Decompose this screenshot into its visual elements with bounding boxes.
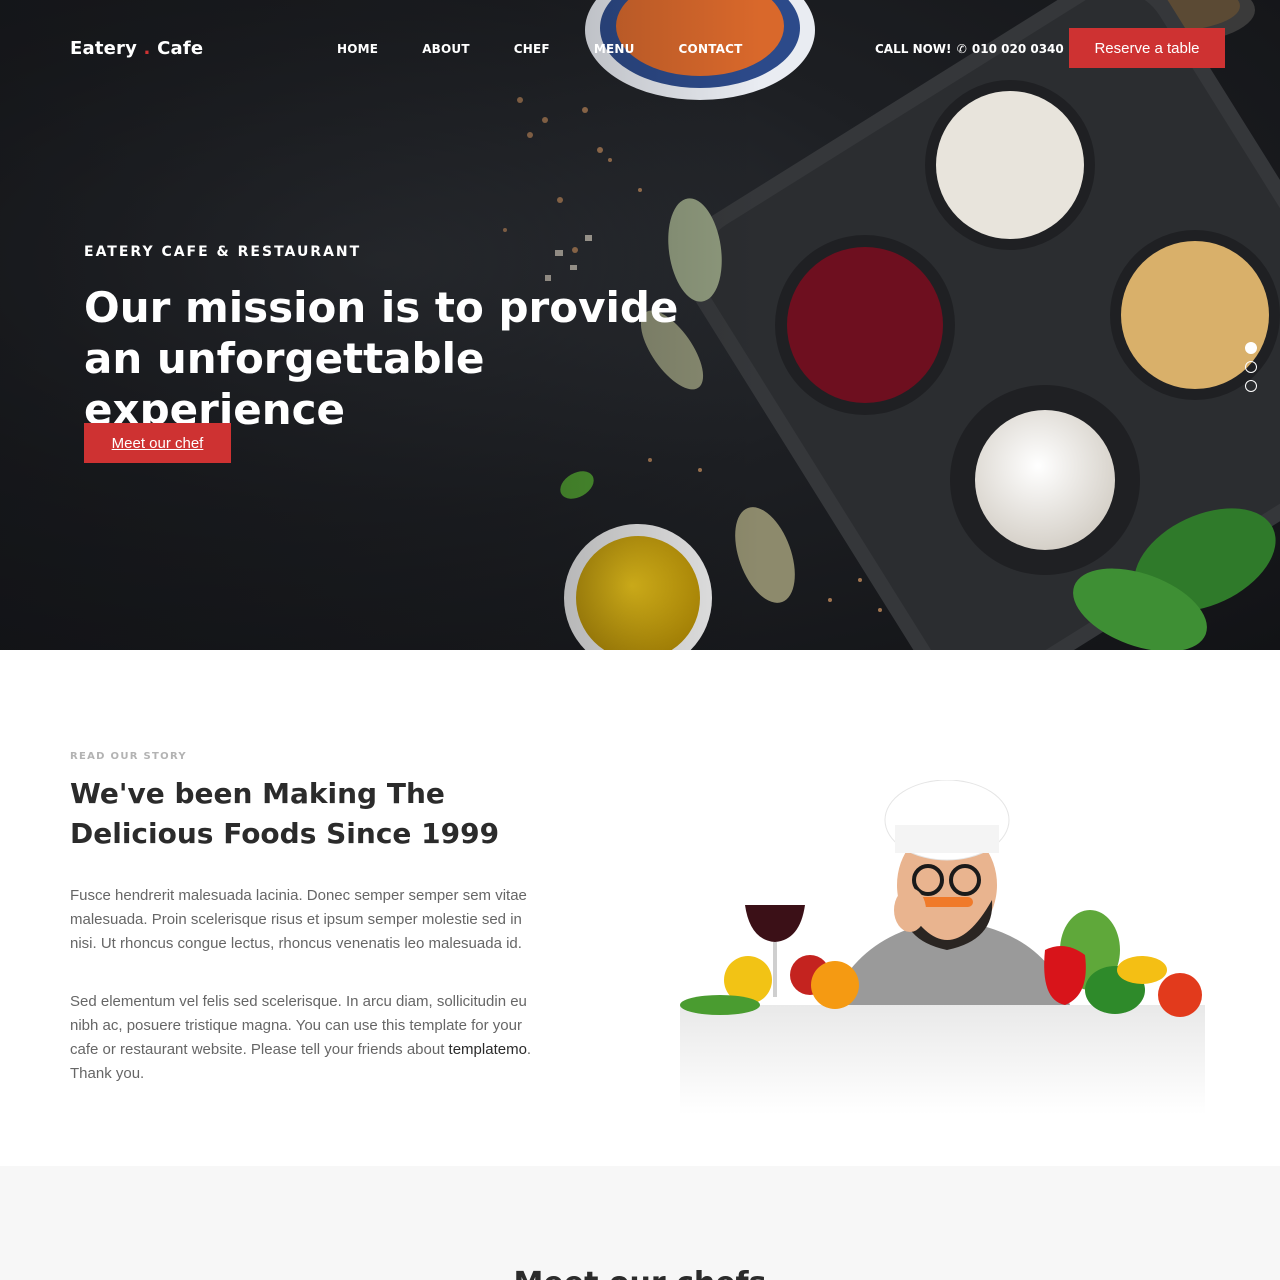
templatemo-link[interactable]: templatemo xyxy=(449,1041,527,1058)
reserve-table-button[interactable]: Reserve a table xyxy=(1069,28,1225,68)
nav-menu[interactable]: MENU xyxy=(594,42,635,56)
nav-home[interactable]: HOME xyxy=(337,42,378,56)
story-title: We've been Making The Delicious Foods Si… xyxy=(70,777,500,850)
slider-dot-3[interactable] xyxy=(1245,380,1257,392)
hero-section: Eatery . Cafe HOME ABOUT CHEF MENU CONTA… xyxy=(0,0,1280,650)
slider-dot-2[interactable] xyxy=(1245,361,1257,373)
call-label: CALL NOW! xyxy=(875,42,952,56)
call-now: CALL NOW! ✆ 010 020 0340 xyxy=(875,42,1064,56)
story-paragraph-2: Sed elementum vel felis sed scelerisque.… xyxy=(70,990,542,1086)
nav-about[interactable]: ABOUT xyxy=(422,42,470,56)
brand-name-right: Cafe xyxy=(157,38,204,59)
slider-dot-1[interactable] xyxy=(1245,342,1257,354)
phone-icon: ✆ xyxy=(956,42,967,56)
nav-contact[interactable]: CONTACT xyxy=(679,42,743,56)
main-nav: HOME ABOUT CHEF MENU CONTACT xyxy=(337,42,743,56)
slider-dots xyxy=(1245,342,1257,399)
chefs-section: Meet our chefs xyxy=(0,1166,1280,1280)
brand-logo[interactable]: Eatery . Cafe xyxy=(70,38,203,59)
nav-chef[interactable]: CHEF xyxy=(514,42,550,56)
story-label: READ OUR STORY xyxy=(70,751,187,762)
hero-headline: Our mission is to provide an unforgettab… xyxy=(84,283,679,434)
chefs-section-title: Meet our chefs xyxy=(0,1266,1280,1280)
hero-eyebrow: EATERY CAFE & RESTAURANT xyxy=(84,244,362,260)
brand-name-left: Eatery xyxy=(70,38,138,59)
meet-chef-button[interactable]: Meet our chef xyxy=(84,423,231,463)
chef-image xyxy=(680,780,1205,1115)
phone-number[interactable]: 010 020 0340 xyxy=(972,42,1064,56)
brand-dot: . xyxy=(143,38,151,59)
story-paragraph-1: Fusce hendrerit malesuada lacinia. Donec… xyxy=(70,887,527,952)
